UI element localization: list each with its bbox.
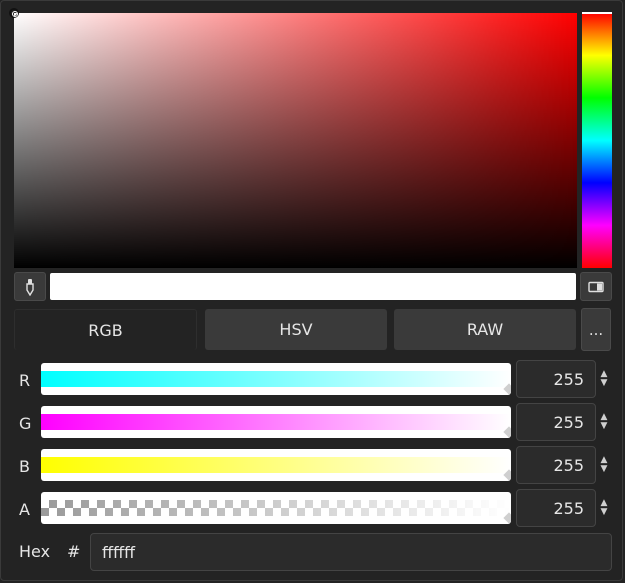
channel-label-g: G <box>19 414 32 433</box>
sv-cursor-handle[interactable] <box>9 8 19 18</box>
slider-b[interactable] <box>41 449 511 481</box>
channel-label-r: R <box>19 371 31 390</box>
arrow-down-icon[interactable]: ▼ <box>601 465 608 474</box>
tab-rgb-label: RGB <box>88 320 123 340</box>
hex-prefix: # <box>67 542 81 561</box>
slider-a[interactable] <box>41 492 511 524</box>
slider-r-track <box>41 371 511 387</box>
slider-r[interactable] <box>41 363 511 395</box>
spinbox-r-arrows[interactable]: ▲ ▼ <box>597 360 611 398</box>
eyedropper-icon <box>26 278 34 296</box>
arrow-down-icon[interactable]: ▼ <box>601 379 608 388</box>
hue-slider[interactable] <box>582 13 612 268</box>
tab-hsv-label: HSV <box>279 320 313 339</box>
slider-a-track <box>41 500 511 516</box>
slider-g-track <box>41 414 511 430</box>
saturation-value-area[interactable] <box>9 8 577 268</box>
hex-value: ffffff <box>102 542 136 562</box>
spinbox-g-value: 255 <box>553 412 584 432</box>
slider-g[interactable] <box>41 406 511 438</box>
arrow-down-icon[interactable]: ▼ <box>601 508 608 517</box>
tab-raw[interactable]: RAW <box>394 309 576 350</box>
spinbox-g[interactable]: 255 <box>516 403 596 441</box>
more-options-label: ... <box>588 320 604 339</box>
slider-b-track <box>41 457 511 473</box>
more-options-button[interactable]: ... <box>581 308 611 351</box>
screen-sample-icon <box>588 281 604 292</box>
tab-hsv[interactable]: HSV <box>205 309 387 350</box>
hue-marker-handle[interactable] <box>582 12 612 14</box>
spinbox-a-arrows[interactable]: ▲ ▼ <box>597 489 611 527</box>
spinbox-r-value: 255 <box>553 369 584 389</box>
spinbox-r[interactable]: 255 <box>516 360 596 398</box>
tab-rgb[interactable]: RGB <box>14 309 197 350</box>
channel-label-b: B <box>19 457 30 476</box>
spinbox-g-arrows[interactable]: ▲ ▼ <box>597 403 611 441</box>
spinbox-b[interactable]: 255 <box>516 446 596 484</box>
channel-label-a: A <box>19 500 30 519</box>
spinbox-a[interactable]: 255 <box>516 489 596 527</box>
tab-raw-label: RAW <box>466 320 504 339</box>
screen-sample-button[interactable] <box>580 272 612 301</box>
current-color-preview <box>50 273 576 300</box>
arrow-down-icon[interactable]: ▼ <box>601 422 608 431</box>
hex-input[interactable]: ffffff <box>90 533 612 571</box>
eyedropper-button[interactable] <box>14 272 46 301</box>
spinbox-b-arrows[interactable]: ▲ ▼ <box>597 446 611 484</box>
hex-label: Hex <box>19 542 51 561</box>
spinbox-a-value: 255 <box>553 498 584 518</box>
spinbox-b-value: 255 <box>553 455 584 475</box>
